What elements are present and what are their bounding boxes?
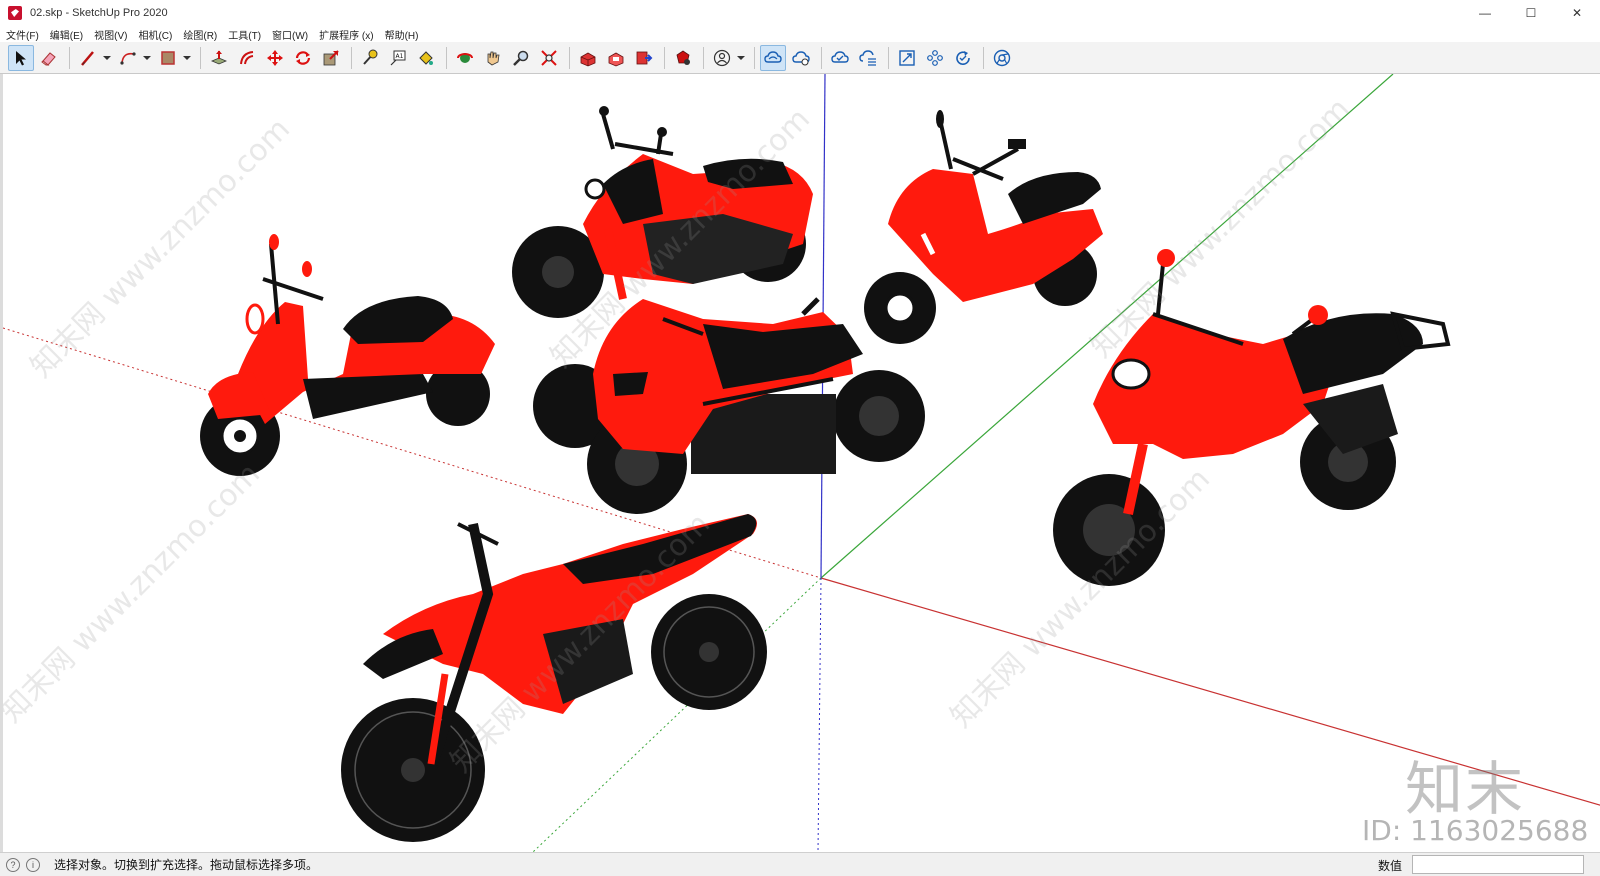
maximize-button[interactable]: ☐ xyxy=(1508,0,1554,26)
main-toolbar: A1 xyxy=(0,42,1600,74)
menu-file[interactable]: 文件(F) xyxy=(6,27,39,42)
menu-edit[interactable]: 编辑(E) xyxy=(50,27,83,42)
close-button[interactable]: ✕ xyxy=(1554,0,1600,26)
sketchup-logo-icon xyxy=(8,6,22,20)
svg-text:A1: A1 xyxy=(396,53,404,60)
info-icon[interactable]: i xyxy=(26,857,40,872)
scooter-sport-model[interactable] xyxy=(864,110,1103,344)
toolbar-divider xyxy=(569,46,570,69)
toolbar-divider xyxy=(888,46,889,69)
toolbar-divider xyxy=(351,46,352,69)
toolbar-divider xyxy=(69,46,70,69)
scooter-vintage-model[interactable] xyxy=(200,234,495,476)
pan-tool-icon[interactable] xyxy=(480,45,506,71)
menu-extensions[interactable]: 扩展程序 (x) xyxy=(319,27,373,42)
rotate-tool-icon[interactable] xyxy=(290,45,316,71)
arc-tool-dropdown-icon[interactable] xyxy=(143,45,151,71)
zoom-extents-tool-icon[interactable] xyxy=(536,45,562,71)
menu-draw[interactable]: 绘图(R) xyxy=(183,27,217,42)
menu-window[interactable]: 窗口(W) xyxy=(272,27,308,42)
warehouse-tool-icon[interactable] xyxy=(575,45,601,71)
scale-tool-icon[interactable] xyxy=(318,45,344,71)
toolbar-divider xyxy=(754,46,755,69)
arc-tool-icon[interactable] xyxy=(115,45,141,71)
shape-tool-dropdown-icon[interactable] xyxy=(183,45,191,71)
menu-camera[interactable]: 相机(C) xyxy=(138,27,172,42)
toolbar-divider xyxy=(200,46,201,69)
extension-warehouse-tool-icon[interactable] xyxy=(603,45,629,71)
blue-axis-negative xyxy=(817,577,822,852)
extension-manager-tool-icon[interactable] xyxy=(670,45,696,71)
toolbar-divider xyxy=(983,46,984,69)
measurements-label: 数值 xyxy=(1378,859,1403,873)
cloud-add-tool-icon[interactable] xyxy=(788,45,814,71)
title-bar: 02.skp - SketchUp Pro 2020 — ☐ ✕ xyxy=(0,0,1600,26)
measurements-input[interactable] xyxy=(1412,855,1584,874)
window-title: 02.skp - SketchUp Pro 2020 xyxy=(30,7,168,19)
line-tool-dropdown-icon[interactable] xyxy=(103,45,111,71)
account-tool-icon[interactable] xyxy=(709,45,735,71)
tape-measure-tool-icon[interactable] xyxy=(357,45,383,71)
window-controls: — ☐ ✕ xyxy=(1462,0,1600,26)
trimble-connect-tool-icon[interactable] xyxy=(760,44,786,71)
zoom-tool-icon[interactable] xyxy=(508,45,534,71)
move-tool-icon[interactable] xyxy=(262,45,288,71)
toolbar-divider xyxy=(703,46,704,69)
menu-help[interactable]: 帮助(H) xyxy=(385,27,419,42)
push-pull-tool-icon[interactable] xyxy=(206,45,232,71)
menu-view[interactable]: 视图(V) xyxy=(94,27,127,42)
scene-canvas[interactable]: 知末网 www.znzmo.com 知末网 www.znzmo.com 知末网 … xyxy=(3,74,1600,852)
send-to-layout-tool-icon[interactable] xyxy=(631,45,657,71)
model-viewport[interactable]: 知末网 www.znzmo.com 知末网 www.znzmo.com 知末网 … xyxy=(0,74,1600,852)
section-tool-icon[interactable] xyxy=(894,45,920,71)
text-tool-icon[interactable]: A1 xyxy=(385,45,411,71)
watermark-id: ID: 1163025688 xyxy=(1362,814,1589,847)
select-tool-icon[interactable] xyxy=(8,44,34,71)
account-dropdown-icon[interactable] xyxy=(737,45,745,71)
adventure-motorcycle-model[interactable] xyxy=(1053,249,1451,586)
shape-tool-icon[interactable] xyxy=(155,45,181,71)
watermark-text: 知末网 www.znzmo.com xyxy=(3,457,267,730)
chrome-tool-icon[interactable] xyxy=(989,45,1015,71)
eraser-tool-icon[interactable] xyxy=(36,45,62,71)
geo-location-icon[interactable]: ? xyxy=(6,857,20,872)
menu-tools[interactable]: 工具(T) xyxy=(228,27,261,42)
status-message: 选择对象。切换到扩充选择。拖动鼠标选择多项。 xyxy=(54,858,319,872)
components-tool-icon[interactable] xyxy=(922,45,948,71)
paint-bucket-tool-icon[interactable] xyxy=(413,45,439,71)
line-tool-icon[interactable] xyxy=(75,45,101,71)
refresh-tool-icon[interactable] xyxy=(950,45,976,71)
toolbar-divider xyxy=(664,46,665,69)
toolbar-divider xyxy=(446,46,447,69)
toolbar-divider xyxy=(821,46,822,69)
minimize-button[interactable]: — xyxy=(1462,0,1508,26)
status-bar: ? i 选择对象。切换到扩充选择。拖动鼠标选择多项。 数值 xyxy=(0,852,1600,876)
cloud-sync-tool-icon[interactable] xyxy=(827,45,853,71)
menu-bar: 文件(F) 编辑(E) 视图(V) 相机(C) 绘图(R) 工具(T) 窗口(W… xyxy=(0,26,1600,42)
offset-tool-icon[interactable] xyxy=(234,45,260,71)
orbit-tool-icon[interactable] xyxy=(452,45,478,71)
cloud-list-tool-icon[interactable] xyxy=(855,45,881,71)
